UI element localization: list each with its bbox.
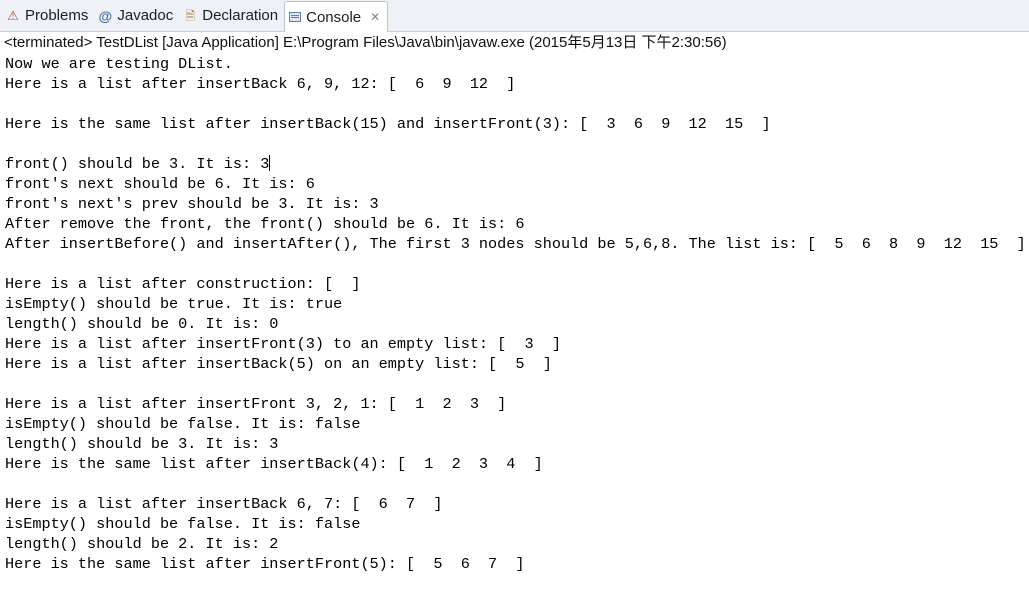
console-line: Here is the same list after insertFront(…	[5, 555, 525, 573]
console-line: Here is a list after insertFront(3) to a…	[5, 335, 561, 353]
console-line: Here is a list after insertBack 6, 9, 12…	[5, 75, 516, 93]
console-line: Here is the same list after insertBack(4…	[5, 455, 543, 473]
console-line: length() should be 0. It is: 0	[5, 315, 279, 333]
declaration-icon: 🗎	[185, 8, 196, 23]
text-cursor	[269, 155, 271, 171]
javadoc-icon: @	[98, 7, 113, 24]
tab-declaration[interactable]: 🗎 Declaration	[179, 2, 284, 29]
console-line: After remove the front, the front() shou…	[5, 215, 525, 233]
console-line: length() should be 3. It is: 3	[5, 435, 279, 453]
tab-console[interactable]: Console ✕	[284, 1, 389, 32]
close-icon[interactable]: ✕	[370, 10, 380, 24]
console-line: front's next should be 6. It is: 6	[5, 175, 315, 193]
view-tab-bar: ⚠ Problems @ Javadoc 🗎 Declaration Conso…	[0, 0, 1029, 32]
problems-icon: ⚠	[7, 8, 19, 23]
console-line: isEmpty() should be true. It is: true	[5, 295, 343, 313]
console-status-line: <terminated> TestDList [Java Application…	[0, 32, 1029, 54]
console-icon	[289, 12, 302, 22]
console-line: front() should be 3. It is: 3	[5, 155, 271, 173]
tab-declaration-label: Declaration	[202, 7, 279, 24]
console-line: isEmpty() should be false. It is: false	[5, 515, 361, 533]
console-line: Here is a list after insertFront 3, 2, 1…	[5, 395, 507, 413]
console-line: Here is a list after construction: [ ]	[5, 275, 361, 293]
tab-problems-label: Problems	[25, 7, 89, 24]
console-output[interactable]: Now we are testing DList. Here is a list …	[0, 54, 1029, 574]
console-line: length() should be 2. It is: 2	[5, 535, 279, 553]
tab-problems[interactable]: ⚠ Problems	[2, 2, 94, 29]
console-line: Here is a list after insertBack 6, 7: [ …	[5, 495, 443, 513]
console-line: isEmpty() should be false. It is: false	[5, 415, 361, 433]
tab-javadoc[interactable]: @ Javadoc	[94, 2, 179, 29]
console-line: After insertBefore() and insertAfter(), …	[5, 235, 1026, 253]
console-line: front's next's prev should be 3. It is: …	[5, 195, 379, 213]
console-line: Now we are testing DList.	[5, 55, 233, 73]
tab-console-label: Console	[306, 8, 362, 26]
console-line: Here is a list after insertBack(5) on an…	[5, 355, 552, 373]
tab-javadoc-label: Javadoc	[117, 7, 174, 24]
console-line: Here is the same list after insertBack(1…	[5, 115, 771, 133]
